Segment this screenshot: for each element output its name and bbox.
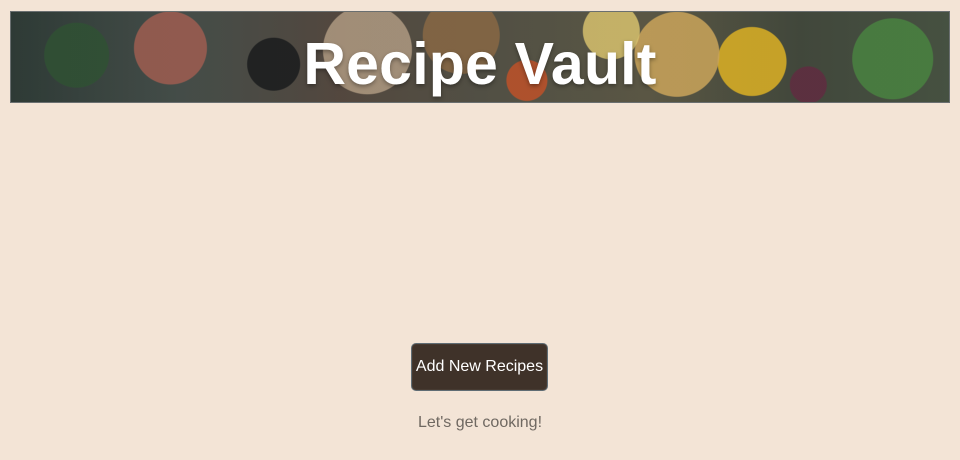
add-new-recipes-button[interactable]: Add New Recipes — [411, 343, 548, 391]
tagline-text: Let's get cooking! — [417, 414, 543, 431]
page-title: Recipe Vault — [303, 31, 657, 97]
header-banner: Recipe Vault — [10, 11, 950, 103]
